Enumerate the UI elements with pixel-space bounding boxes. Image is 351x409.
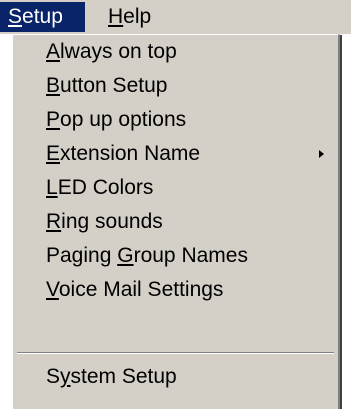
menu-label-suffix: op up options xyxy=(60,108,187,131)
menu-label-suffix: elp xyxy=(123,5,152,28)
menu-label-suffix: ED Colors xyxy=(57,176,154,199)
menu-label-mnemonic: H xyxy=(108,5,124,28)
menu-item-system-setup[interactable]: System Setup xyxy=(13,360,338,394)
menu-help[interactable]: Help xyxy=(100,2,159,32)
menu-label-suffix: stem Setup xyxy=(70,365,177,388)
menu-label-mnemonic: E xyxy=(46,142,61,165)
menu-label-mnemonic: B xyxy=(46,74,61,97)
menu-item-paging-group-names[interactable]: Paging Group Names xyxy=(13,239,338,273)
menu-label-mnemonic: L xyxy=(46,176,58,199)
menu-item-extension-name[interactable]: Extension Name xyxy=(13,137,338,171)
menu-label-mnemonic: G xyxy=(117,244,134,267)
menu-label-mnemonic: V xyxy=(46,278,59,301)
menu-item-button-setup[interactable]: Button Setup xyxy=(13,69,338,103)
menu-item-ring-sounds[interactable]: Ring sounds xyxy=(13,205,338,239)
menu-label-mnemonic: P xyxy=(46,108,61,131)
menu-label-mnemonic: S xyxy=(8,5,23,28)
setup-dropdown-menu: Always on top Button Setup Pop up option… xyxy=(11,34,342,409)
menu-label-mnemonic: y xyxy=(60,365,71,388)
menu-item-voice-mail-settings[interactable]: Voice Mail Settings xyxy=(13,273,338,307)
menu-label-prefix: S xyxy=(46,365,61,388)
menu-label-mnemonic: A xyxy=(46,40,61,63)
menu-item-led-colors[interactable]: LED Colors xyxy=(13,171,338,205)
menu-separator xyxy=(17,352,334,354)
menu-label-suffix: oice Mail Settings xyxy=(58,278,224,301)
menu-bar: Setup Help xyxy=(0,0,351,34)
menu-label-suffix: etup xyxy=(22,5,63,28)
menu-label-suffix: xtension Name xyxy=(60,142,201,165)
menu-label-mnemonic: R xyxy=(46,210,62,233)
menu-label-suffix: utton Setup xyxy=(60,74,168,97)
menu-label-suffix: ing sounds xyxy=(61,210,163,233)
menu-item-pop-up-options[interactable]: Pop up options xyxy=(13,103,338,137)
menu-label-suffix: lways on top xyxy=(60,40,177,63)
submenu-arrow-icon xyxy=(319,150,324,158)
menu-setup[interactable]: Setup xyxy=(0,2,85,32)
menu-item-always-on-top[interactable]: Always on top xyxy=(13,35,338,69)
menu-label-suffix: roup Names xyxy=(133,244,248,267)
menu-label-prefix: Paging xyxy=(46,244,118,267)
